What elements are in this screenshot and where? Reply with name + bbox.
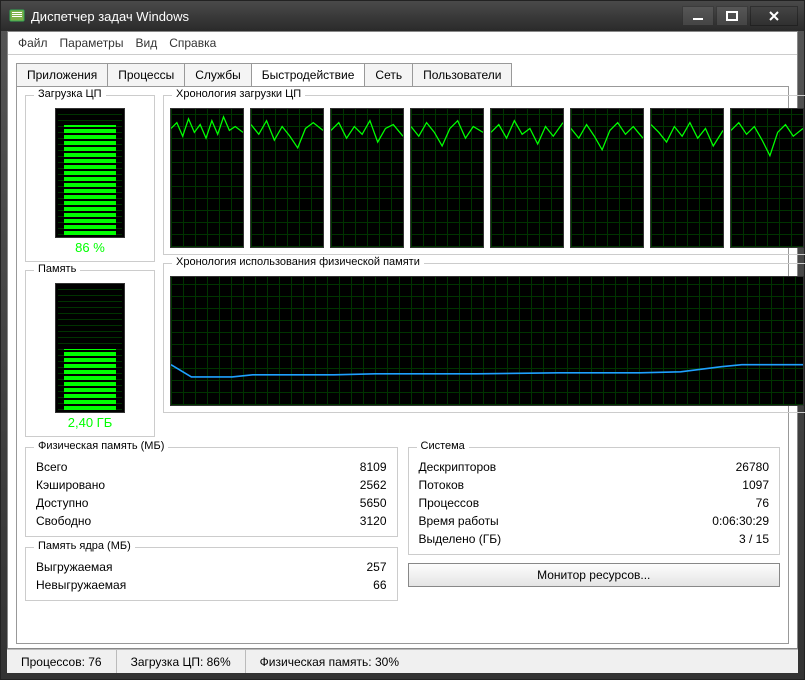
menubar: Файл Параметры Вид Справка [8, 32, 797, 55]
memory-meter-label: 2,40 ГБ [68, 415, 112, 430]
cpu-history-group: Хронология загрузки ЦП [163, 95, 805, 255]
memory-history-group: Хронология использования физической памя… [163, 263, 805, 413]
cpu-core-graph-1 [250, 108, 324, 248]
cpu-meter-label: 86 % [75, 240, 105, 255]
physical-memory-group: Физическая память (МБ) Всего8109 Кэширов… [25, 447, 398, 537]
kernel-nonpaged-value: 66 [373, 576, 386, 594]
kernel-paged-value: 257 [366, 558, 386, 576]
phys-avail-value: 5650 [360, 494, 387, 512]
cpu-core-graph-0 [170, 108, 244, 248]
task-manager-window: Диспетчер задач Windows Файл Параметры В… [0, 0, 805, 680]
phys-avail-label: Доступно [36, 494, 88, 512]
client-area: Файл Параметры Вид Справка Приложения Пр… [7, 31, 798, 649]
kernel-paged-label: Выгружаемая [36, 558, 112, 576]
phys-cached-label: Кэшировано [36, 476, 105, 494]
cpu-core-graph-4 [490, 108, 564, 248]
sys-commit-value: 3 / 15 [739, 530, 769, 548]
memory-usage-group: Память 2,40 ГБ [25, 270, 155, 437]
sys-handles-label: Дескрипторов [419, 458, 497, 476]
phys-free-label: Свободно [36, 512, 91, 530]
tabstrip: Приложения Процессы Службы Быстродействи… [16, 63, 789, 86]
memory-usage-title: Память [34, 263, 80, 275]
tab-processes[interactable]: Процессы [107, 63, 185, 86]
cpu-usage-title: Загрузка ЦП [34, 88, 106, 100]
menu-options[interactable]: Параметры [60, 36, 124, 50]
phys-total-value: 8109 [360, 458, 387, 476]
status-processes: Процессов: 76 [7, 650, 117, 673]
memory-meter [55, 283, 125, 413]
minimize-button[interactable] [682, 6, 714, 26]
sys-uptime-value: 0:06:30:29 [712, 512, 769, 530]
maximize-button[interactable] [716, 6, 748, 26]
cpu-core-graph-3 [410, 108, 484, 248]
cpu-core-graph-2 [330, 108, 404, 248]
performance-panel: Загрузка ЦП 86 % Память [16, 86, 789, 644]
kernel-memory-title: Память ядра (МБ) [34, 540, 135, 552]
cpu-core-graph-7 [730, 108, 804, 248]
sys-procs-label: Процессов [419, 494, 480, 512]
status-memory: Физическая память: 30% [246, 650, 798, 673]
cpu-meter [55, 108, 125, 238]
menu-help[interactable]: Справка [169, 36, 216, 50]
tab-performance[interactable]: Быстродействие [251, 63, 366, 86]
stats-row: Физическая память (МБ) Всего8109 Кэширов… [25, 447, 780, 601]
status-cpu: Загрузка ЦП: 86% [117, 650, 246, 673]
sys-procs-value: 76 [756, 494, 769, 512]
window-title: Диспетчер задач Windows [31, 9, 682, 24]
phys-cached-value: 2562 [360, 476, 387, 494]
menu-view[interactable]: Вид [135, 36, 157, 50]
resource-monitor-button[interactable]: Монитор ресурсов... [408, 563, 781, 587]
cpu-usage-group: Загрузка ЦП 86 % [25, 95, 155, 262]
app-icon [9, 8, 25, 24]
phys-total-label: Всего [36, 458, 67, 476]
memory-history-title: Хронология использования физической памя… [172, 256, 424, 268]
menu-file[interactable]: Файл [18, 36, 48, 50]
sys-threads-label: Потоков [419, 476, 465, 494]
titlebar[interactable]: Диспетчер задач Windows [1, 1, 804, 31]
system-group: Система Дескрипторов26780 Потоков1097 Пр… [408, 447, 781, 555]
cpu-core-graph-5 [570, 108, 644, 248]
tab-network[interactable]: Сеть [364, 63, 413, 86]
tab-users[interactable]: Пользователи [412, 63, 512, 86]
cpu-history-title: Хронология загрузки ЦП [172, 88, 305, 100]
phys-free-value: 3120 [360, 512, 387, 530]
cpu-core-graph-6 [650, 108, 724, 248]
close-button[interactable] [750, 6, 798, 26]
kernel-memory-group: Память ядра (МБ) Выгружаемая257 Невыгруж… [25, 547, 398, 601]
sys-uptime-label: Время работы [419, 512, 499, 530]
sys-handles-value: 26780 [736, 458, 769, 476]
sys-commit-label: Выделено (ГБ) [419, 530, 502, 548]
kernel-nonpaged-label: Невыгружаемая [36, 576, 126, 594]
tab-services[interactable]: Службы [184, 63, 251, 86]
tab-applications[interactable]: Приложения [16, 63, 108, 86]
statusbar: Процессов: 76 Загрузка ЦП: 86% Физическа… [7, 649, 798, 673]
system-title: Система [417, 440, 469, 452]
sys-threads-value: 1097 [742, 476, 769, 494]
physical-memory-title: Физическая память (МБ) [34, 440, 168, 452]
memory-history-graph [170, 276, 804, 406]
window-controls [682, 6, 798, 26]
